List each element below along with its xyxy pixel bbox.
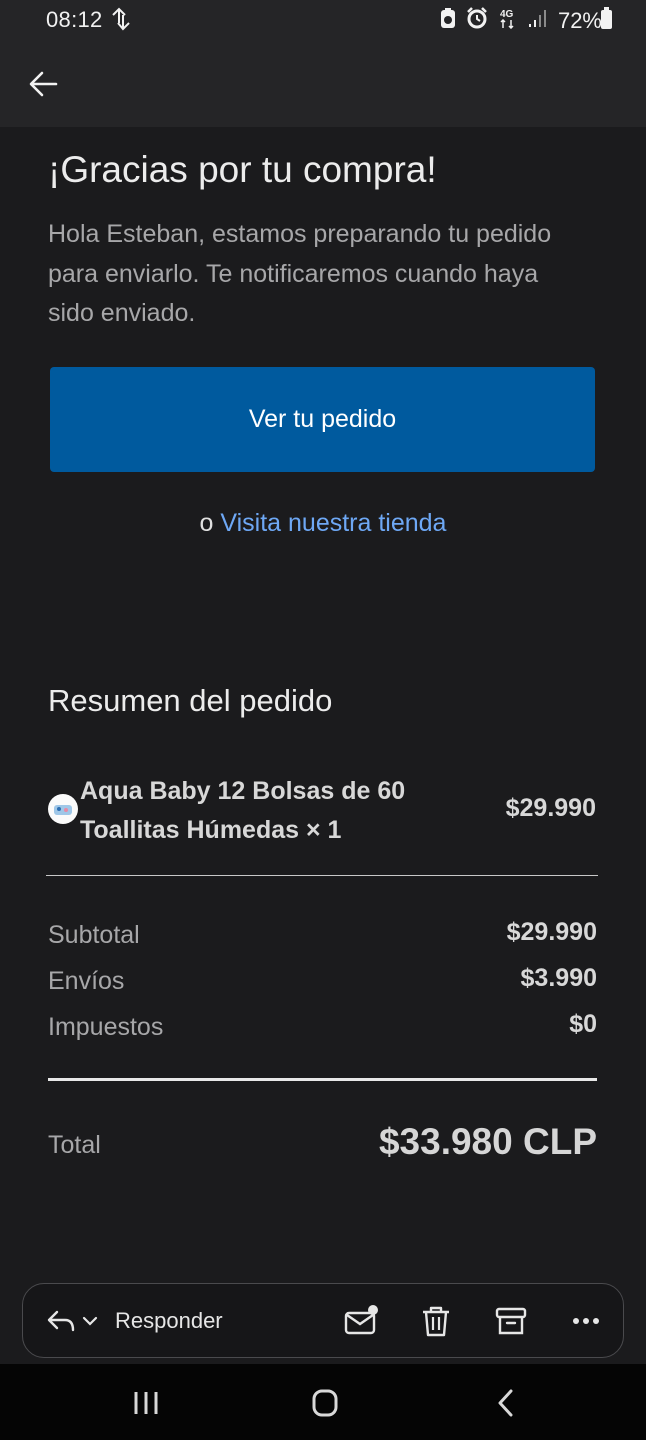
product-price: $29.990	[505, 794, 596, 822]
shipping-row: Envíos $3.990	[48, 964, 597, 1001]
taxes-value: $0	[569, 1010, 597, 1038]
total-value: $33.980 CLP	[378, 1121, 597, 1162]
taxes-row: Impuestos $0	[48, 1010, 597, 1047]
signal-icon	[528, 8, 548, 34]
status-icons: 4G 72%	[440, 7, 602, 35]
back-nav-icon[interactable]	[487, 1388, 527, 1418]
taxes-label: Impuestos	[48, 1013, 164, 1041]
subtotal-label: Subtotal	[48, 921, 140, 949]
more-icon[interactable]	[568, 1303, 604, 1339]
email-action-bar: Responder	[22, 1283, 624, 1358]
subtotal-value: $29.990	[506, 918, 597, 946]
product-thumbnail	[48, 794, 78, 824]
data-transfer-icon	[110, 6, 132, 37]
mark-unread-icon[interactable]	[343, 1303, 379, 1339]
home-icon[interactable]	[305, 1388, 345, 1418]
subtotal-row: Subtotal $29.990	[48, 918, 597, 955]
visit-store-link[interactable]: Visita nuestra tienda	[220, 509, 446, 537]
reply-label: Responder	[115, 1308, 223, 1333]
archive-icon[interactable]	[493, 1303, 529, 1339]
store-link-line: o Visita nuestra tienda	[0, 509, 646, 538]
clipboard-icon	[440, 7, 456, 35]
alarm-icon	[466, 7, 488, 35]
reply-button[interactable]: Responder	[45, 1304, 223, 1338]
network-type: 4G	[500, 9, 514, 20]
status-bar: 08:12 4G 72%	[0, 0, 646, 40]
product-name: Aqua Baby 12 Bolsas de 60 Toallitas Húme…	[80, 777, 406, 844]
system-nav-bar	[0, 1364, 646, 1440]
arrow-left-icon	[29, 71, 58, 97]
email-intro: Hola Esteban, estamos preparando tu pedi…	[48, 220, 552, 327]
shipping-value: $3.990	[520, 964, 597, 992]
back-button[interactable]	[26, 66, 62, 102]
product-row: Aqua Baby 12 Bolsas de 60 Toallitas Húme…	[48, 772, 598, 852]
total-label: Total	[48, 1131, 101, 1159]
status-time: 08:12	[46, 7, 103, 32]
total-divider	[48, 1078, 597, 1081]
divider	[46, 875, 598, 876]
battery-percent: 72%	[557, 8, 602, 33]
order-summary-title: Resumen del pedido	[48, 683, 333, 718]
chevron-down-icon[interactable]	[81, 1314, 99, 1328]
app-bar	[0, 40, 646, 127]
shipping-label: Envíos	[48, 967, 125, 995]
view-order-button[interactable]: Ver tu pedido	[50, 367, 595, 472]
alt-prefix: o	[199, 509, 214, 537]
battery-icon	[601, 7, 612, 29]
network-4g-icon: 4G	[498, 7, 518, 35]
recent-apps-icon[interactable]	[126, 1388, 166, 1418]
email-title: ¡Gracias por tu compra!	[48, 149, 437, 190]
delete-icon[interactable]	[418, 1303, 454, 1339]
reply-icon	[47, 1310, 75, 1332]
